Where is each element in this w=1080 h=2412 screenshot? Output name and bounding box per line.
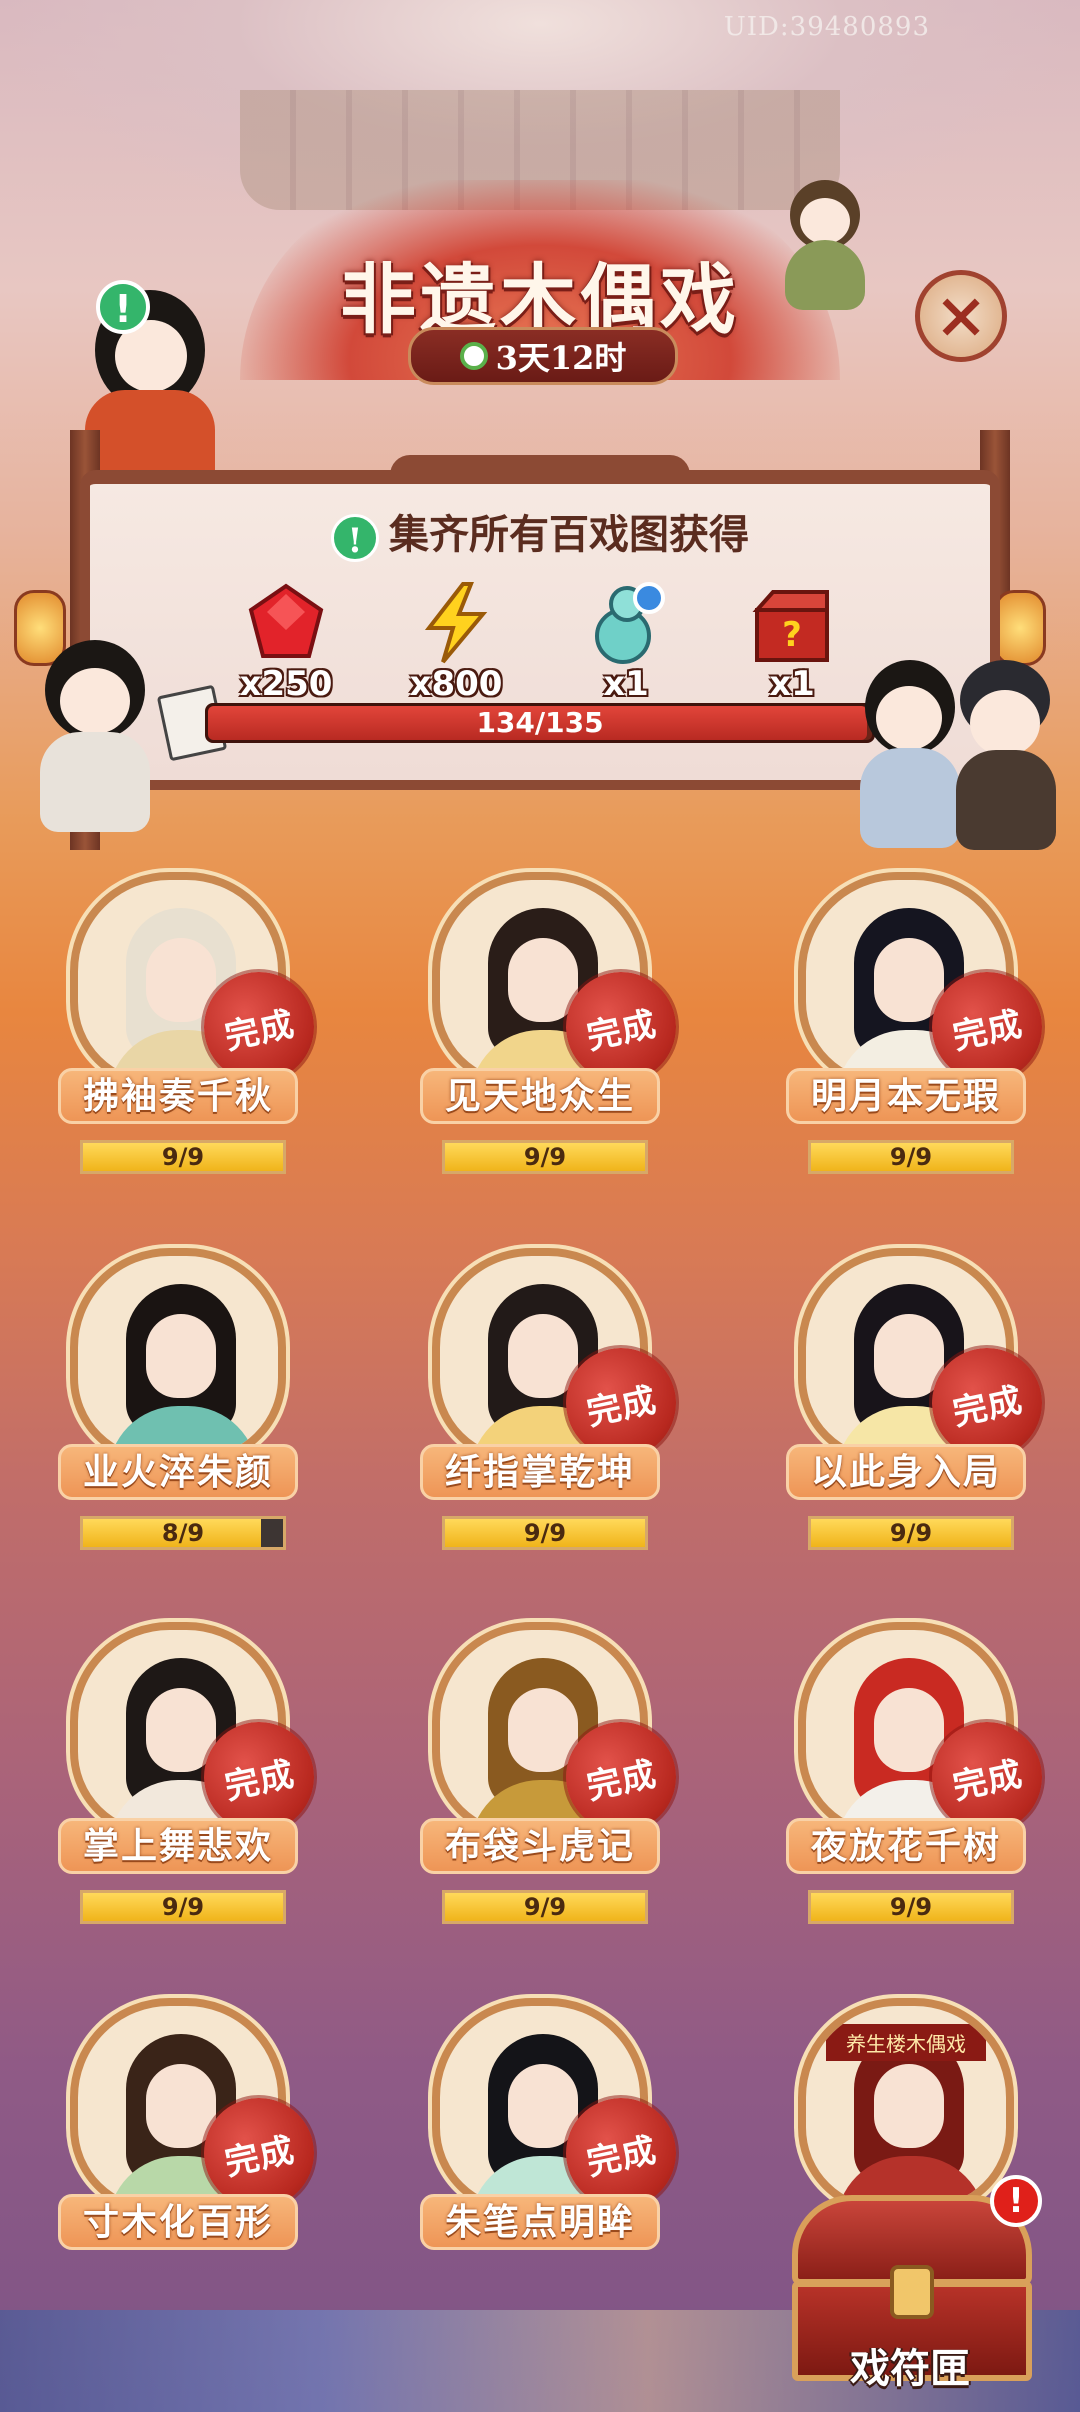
- collection-card[interactable]: 完成 夜放花千树 9/9: [776, 1622, 1053, 1962]
- card-progress-bar: 9/9: [80, 1890, 286, 1924]
- reward-item[interactable]: x800: [386, 580, 526, 704]
- collection-card[interactable]: 完成 拂袖奏千秋 9/9: [48, 872, 325, 1212]
- collection-progress-text: 134/135: [476, 706, 604, 739]
- collection-card[interactable]: 完成 布袋斗虎记 9/9: [410, 1622, 687, 1962]
- stage-sign: 养生楼木偶戏: [826, 2024, 986, 2061]
- collection-card[interactable]: 完成 纤指掌乾坤 9/9: [410, 1248, 687, 1588]
- card-progress-bar: 9/9: [442, 1890, 648, 1924]
- card-title: 布袋斗虎记: [420, 1818, 660, 1874]
- card-progress-text: 9/9: [161, 1143, 205, 1171]
- character-portrait: 养生楼木偶戏: [806, 2006, 1006, 2206]
- lantern-right: [994, 590, 1046, 666]
- collection-card[interactable]: 完成 见天地众生 9/9: [410, 872, 687, 1212]
- card-progress-bar: 9/9: [442, 1140, 648, 1174]
- card-progress-bar: 9/9: [80, 1140, 286, 1174]
- card-progress-text: 9/9: [889, 1519, 933, 1547]
- clock-icon: [459, 342, 488, 370]
- reward-count: x1: [769, 664, 815, 704]
- card-progress-text: 9/9: [523, 1519, 567, 1547]
- card-title: 见天地众生: [420, 1068, 660, 1124]
- uid-label: UID:39480893: [723, 12, 930, 42]
- collection-card[interactable]: 业火淬朱颜 8/9: [48, 1248, 308, 1588]
- reward-item[interactable]: ? x1: [722, 580, 862, 704]
- card-title: 掌上舞悲欢: [58, 1818, 298, 1874]
- info-exclamation-icon: !: [331, 514, 379, 562]
- card-progress-bar: 8/9: [80, 1516, 286, 1550]
- red-gem-icon: [248, 583, 324, 658]
- event-timer: 3天12时: [408, 327, 678, 385]
- card-title: 朱笔点明眸: [420, 2194, 660, 2250]
- timer-text: 3天12时: [495, 339, 627, 377]
- card-title: 夜放花千树: [786, 1818, 1026, 1874]
- card-title: 寸木化百形: [58, 2194, 298, 2250]
- reward-count: x250: [239, 664, 333, 704]
- doll-character-left: [30, 640, 160, 840]
- close-icon: ×: [934, 278, 988, 353]
- collection-progress-bar: 134/135: [205, 703, 875, 743]
- lightning-energy-icon: [424, 582, 488, 664]
- guide-exclamation-icon[interactable]: !: [96, 280, 150, 334]
- card-progress-bar: 9/9: [808, 1140, 1014, 1174]
- card-progress-text: 9/9: [889, 1893, 933, 1921]
- card-title: 以此身入局: [786, 1444, 1026, 1500]
- doll-character-right-2: [950, 660, 1060, 850]
- collection-hint-text: 集齐所有百戏图获得: [389, 511, 749, 558]
- card-title: 纤指掌乾坤: [420, 1444, 660, 1500]
- chest-lock-icon: [890, 2265, 934, 2319]
- chest-alert-badge: !: [990, 2175, 1042, 2227]
- card-title: 明月本无瑕: [786, 1068, 1026, 1124]
- close-button[interactable]: ×: [915, 270, 1007, 362]
- card-progress-bar: 9/9: [808, 1516, 1014, 1550]
- card-progress-text: 9/9: [161, 1893, 205, 1921]
- collection-card[interactable]: 完成 明月本无瑕 9/9: [776, 872, 1053, 1212]
- collection-card[interactable]: 完成 寸木化百形: [48, 1998, 325, 2338]
- reward-item[interactable]: x250: [216, 580, 356, 704]
- jade-gourd-icon: [595, 582, 665, 664]
- card-title: 拂袖奏千秋: [58, 1068, 298, 1124]
- doll-character-top-right: [770, 180, 880, 310]
- collection-card[interactable]: 完成 以此身入局 9/9: [776, 1248, 1053, 1588]
- card-progress-text: 8/9: [161, 1519, 205, 1547]
- card-progress-bar: 9/9: [808, 1890, 1014, 1924]
- collection-hint: ! 集齐所有百戏图获得: [0, 502, 1080, 562]
- card-progress-text: 9/9: [523, 1893, 567, 1921]
- collection-card[interactable]: 完成 掌上舞悲欢 9/9: [48, 1622, 325, 1962]
- mystery-box-icon: ?: [752, 590, 829, 662]
- card-progress-text: 9/9: [889, 1143, 933, 1171]
- card-progress-bar: 9/9: [442, 1516, 648, 1550]
- card-portrait-frame: 养生楼木偶戏: [798, 1998, 1014, 2214]
- card-title: 业火淬朱颜: [58, 1444, 298, 1500]
- card-portrait-frame: [70, 1248, 286, 1464]
- svg-text:?: ?: [782, 615, 802, 655]
- collection-card[interactable]: 完成 朱笔点明眸: [410, 1998, 687, 2338]
- card-progress-text: 9/9: [523, 1143, 567, 1171]
- reward-count: x1: [603, 664, 649, 704]
- character-portrait: [78, 1256, 278, 1456]
- chest-label[interactable]: 戏符匣: [790, 2336, 1030, 2394]
- reward-item[interactable]: x1: [556, 580, 696, 704]
- reward-count: x800: [409, 664, 503, 704]
